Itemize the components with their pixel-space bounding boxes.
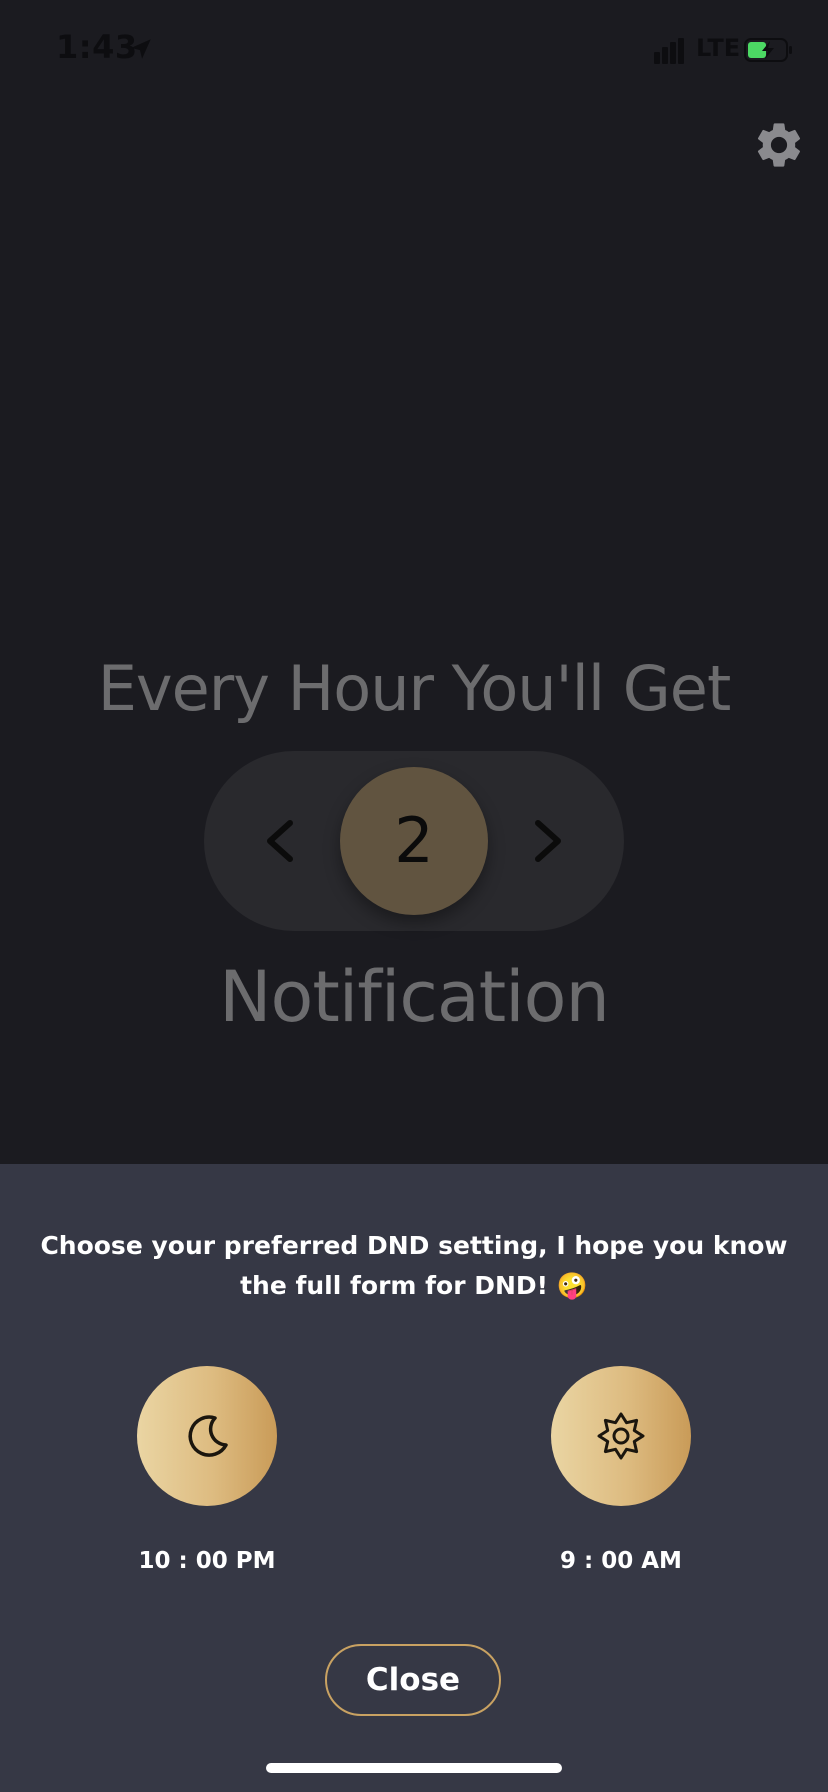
signal-icon xyxy=(654,38,684,64)
network-label: LTE xyxy=(696,34,741,62)
dnd-start-option: 10 : 00 PM xyxy=(137,1366,277,1574)
chevron-right-icon[interactable] xyxy=(516,811,576,871)
headline: Every Hour You'll Get xyxy=(97,652,732,725)
subline: Notification xyxy=(219,956,610,1038)
chevron-left-icon[interactable] xyxy=(252,811,312,871)
gear-icon[interactable] xyxy=(752,118,806,172)
sun-icon xyxy=(597,1412,645,1460)
dnd-message: Choose your preferred DND setting, I hop… xyxy=(40,1231,788,1300)
home-indicator[interactable] xyxy=(266,1763,562,1773)
close-button[interactable]: Close xyxy=(325,1644,501,1716)
stepper-value: 2 xyxy=(340,767,488,915)
location-arrow-icon xyxy=(131,39,151,59)
battery-charging-icon xyxy=(744,38,792,62)
status-time: 1:43 xyxy=(56,28,138,66)
dnd-end-time[interactable]: 9 : 00 AM xyxy=(511,1548,731,1574)
dnd-start-time[interactable]: 10 : 00 PM xyxy=(97,1548,317,1574)
screen: 1:43 LTE Every Hour You'll Get 2 Notific… xyxy=(0,0,828,1792)
status-bar: 1:43 LTE xyxy=(0,0,828,100)
dnd-start-button[interactable] xyxy=(137,1366,277,1506)
notification-count-stepper: 2 xyxy=(204,751,624,931)
dnd-end-button[interactable] xyxy=(551,1366,691,1506)
moon-icon xyxy=(188,1415,228,1457)
dnd-end-option: 9 : 00 AM xyxy=(551,1366,691,1574)
dnd-sheet: Choose your preferred DND setting, I hop… xyxy=(0,1164,828,1792)
